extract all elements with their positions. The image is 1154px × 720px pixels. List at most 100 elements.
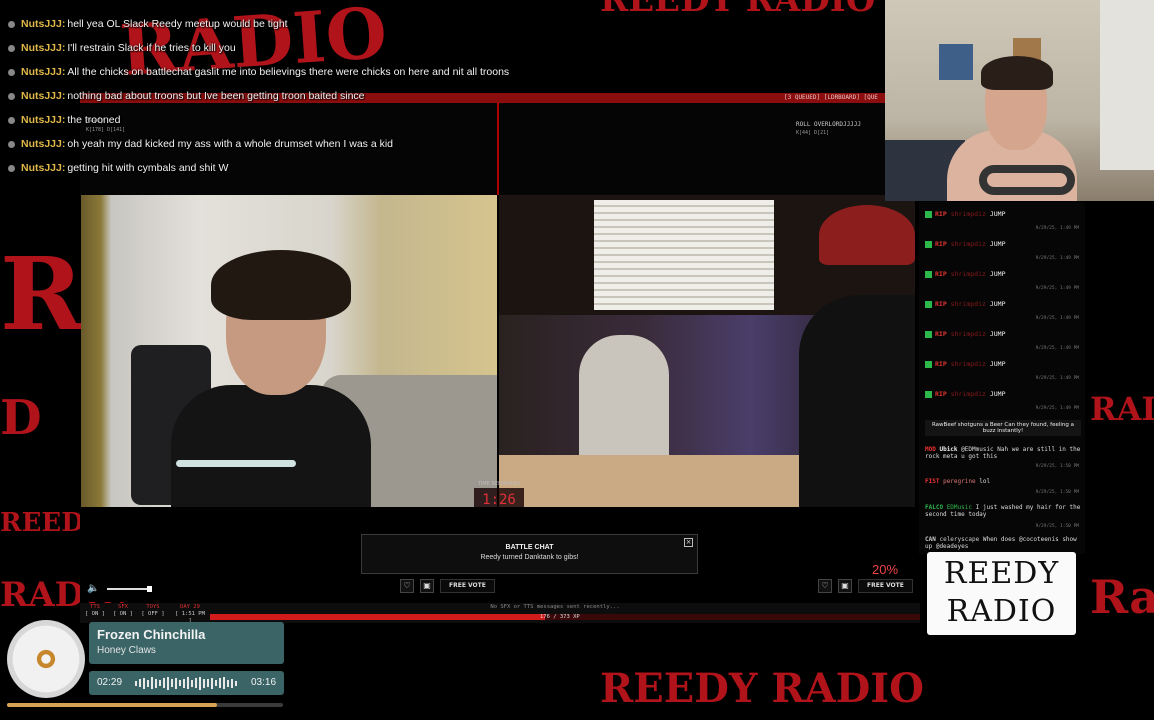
entry-username: shrimpdiz	[950, 240, 986, 248]
waveform-bar	[235, 680, 237, 686]
chat-message: MOD Ubick @EDMmusic Nah we are still in …	[925, 446, 1083, 474]
message-badge: MOD	[925, 446, 936, 453]
xp-bar-fill	[210, 614, 545, 620]
waveform-bar	[155, 678, 157, 688]
poster-shape	[939, 44, 973, 80]
battle-chat-message: Reedy turned Danktank to gibs!	[480, 554, 579, 561]
entry-username: shrimpdiz	[950, 390, 986, 398]
side-chat-entry: RIP shrimpdiz JUMP 9/29/25, 1:49 PM	[925, 300, 1083, 330]
entry-badge: RIP	[935, 360, 947, 368]
badge-icon	[925, 240, 932, 248]
streamer-hair	[981, 56, 1053, 90]
badge-icon	[925, 390, 932, 398]
waveform-bar	[147, 679, 149, 687]
window-blinds	[594, 200, 774, 310]
chat-username: NutsJJJ:	[21, 162, 66, 174]
volume-knob[interactable]	[147, 585, 152, 592]
entry-time: 9/29/25, 1:49 PM	[1035, 376, 1079, 381]
waveform-bar	[231, 678, 233, 688]
volume-control[interactable]: 🔈	[87, 583, 152, 594]
santa-hat	[819, 205, 915, 265]
message-user: celeryscape	[939, 536, 980, 543]
queue-label[interactable]: [3 QUEUED] [LDRBOARD] [QUE	[784, 93, 894, 103]
waveform-bar	[219, 678, 221, 688]
sfx-label: SFX	[118, 604, 128, 610]
streamer-webcam[interactable]	[885, 0, 1154, 201]
free-vote-button[interactable]: FREE VOTE	[440, 579, 495, 593]
side-chat-entry: RIP shrimpdiz JUMP 9/29/25, 1:49 PM	[925, 240, 1083, 270]
entry-time: 9/29/25, 1:49 PM	[1035, 256, 1079, 261]
waveform[interactable]	[135, 676, 239, 690]
chat-line: NutsJJJ: nothing bad about troons but Ive…	[4, 84, 704, 108]
reedy-radio-logo: REEDY RADIO	[927, 552, 1076, 635]
free-vote-button[interactable]: FREE VOTE	[858, 579, 913, 593]
logo-line-1: REEDY	[943, 556, 1060, 591]
side-chat-panel[interactable]: RIP shrimpdiz JUMP 9/29/25, 1:49 PM RIP s…	[919, 202, 1085, 554]
waveform-bar	[215, 680, 217, 686]
waveform-bar	[183, 678, 185, 688]
chat-text: All the chicks on battlechat gaslit me i…	[67, 66, 510, 78]
entry-message: JUMP	[989, 270, 1006, 278]
waveform-bar	[207, 679, 209, 687]
waveform-bar	[167, 676, 169, 690]
waveform-bar	[175, 677, 177, 689]
bg-watermark: RADIO	[1090, 390, 1154, 428]
close-icon[interactable]: ×	[684, 538, 693, 547]
left-player-camera[interactable]	[81, 195, 497, 507]
battle-chat-popup: BATTLE CHAT Reedy turned Danktank to gib…	[361, 534, 698, 574]
waveform-bar	[211, 677, 213, 689]
chat-username: NutsJJJ:	[21, 138, 66, 150]
track-duration: 03:16	[251, 677, 277, 688]
chat-avatar	[8, 92, 15, 100]
chat-text: getting hit with cymbals and shit W	[67, 162, 229, 174]
right-player-tag: ROLL OVERLORDJJJJJ	[796, 121, 862, 128]
lock-icon[interactable]: ▣	[420, 579, 434, 593]
toothbrush-shape	[176, 460, 296, 467]
battle-chat-title: BATTLE CHAT	[505, 544, 554, 551]
chat-username: NutsJJJ:	[21, 66, 66, 78]
chat-line: NutsJJJ: hell yea OL Slack Reedy meetup w…	[4, 12, 704, 36]
waveform-bar	[203, 678, 205, 688]
chat-avatar	[8, 116, 15, 124]
beer-event-notice: RawBeef shotguns a Beer Can they found, …	[925, 420, 1081, 436]
viewer-body	[799, 295, 915, 507]
message-user: EDMusic	[946, 504, 972, 511]
volume-slider[interactable]	[107, 585, 152, 592]
message-time: 9/29/25, 1:50 PM	[1035, 464, 1079, 469]
waveform-bar	[191, 679, 193, 687]
right-player-camera[interactable]	[499, 195, 915, 507]
badge-icon	[925, 330, 932, 338]
sfx-status[interactable]: SFX[ ON ]	[110, 604, 136, 618]
door-shape	[1100, 0, 1154, 170]
person-body	[171, 385, 371, 507]
side-chat-entry: RIP shrimpdiz JUMP 9/29/25, 1:49 PM	[925, 270, 1083, 300]
entry-time: 9/29/25, 1:49 PM	[1035, 226, 1079, 231]
chat-text: I'll restrain Slack if he tries to kill …	[67, 42, 236, 54]
chat-line: NutsJJJ: oh yeah my dad kicked my ass wit…	[4, 132, 704, 156]
track-progress[interactable]	[7, 703, 283, 707]
toys-status[interactable]: TOYS[ OFF ]	[140, 604, 166, 618]
entry-message: JUMP	[989, 210, 1006, 218]
lock-icon[interactable]: ▣	[838, 579, 852, 593]
entry-username: shrimpdiz	[950, 300, 986, 308]
chat-overlay: NutsJJJ: hell yea OL Slack Reedy meetup w…	[4, 12, 704, 180]
track-progress-fill	[7, 703, 217, 707]
speaker-icon[interactable]: 🔈	[87, 583, 99, 594]
entry-username: shrimpdiz	[950, 360, 986, 368]
heart-icon[interactable]: ♡	[400, 579, 414, 593]
toys-label: TOYS	[146, 604, 160, 610]
tts-status[interactable]: TTS[ ON ]	[82, 604, 108, 618]
entry-time: 9/29/25, 1:49 PM	[1035, 286, 1079, 291]
side-chat-entry: RIP shrimpdiz JUMP 9/29/25, 1:49 PM	[925, 210, 1083, 240]
chat-text: the trooned	[67, 114, 121, 126]
chat-message: FALCO EDMusic I just washed my hair for …	[925, 504, 1083, 532]
entry-time: 9/29/25, 1:49 PM	[1035, 316, 1079, 321]
waveform-bar	[139, 679, 141, 687]
side-chat-entry: RIP shrimpdiz JUMP 9/29/25, 1:49 PM	[925, 360, 1083, 390]
sfx-value: [ ON ]	[113, 611, 133, 617]
bg-watermark: Ra	[1090, 570, 1154, 624]
heart-icon[interactable]: ♡	[818, 579, 832, 593]
entry-badge: RIP	[935, 270, 947, 278]
message-time: 9/29/25, 1:50 PM	[1035, 490, 1079, 495]
chat-text: hell yea OL Slack Reedy meetup would be …	[67, 18, 288, 30]
